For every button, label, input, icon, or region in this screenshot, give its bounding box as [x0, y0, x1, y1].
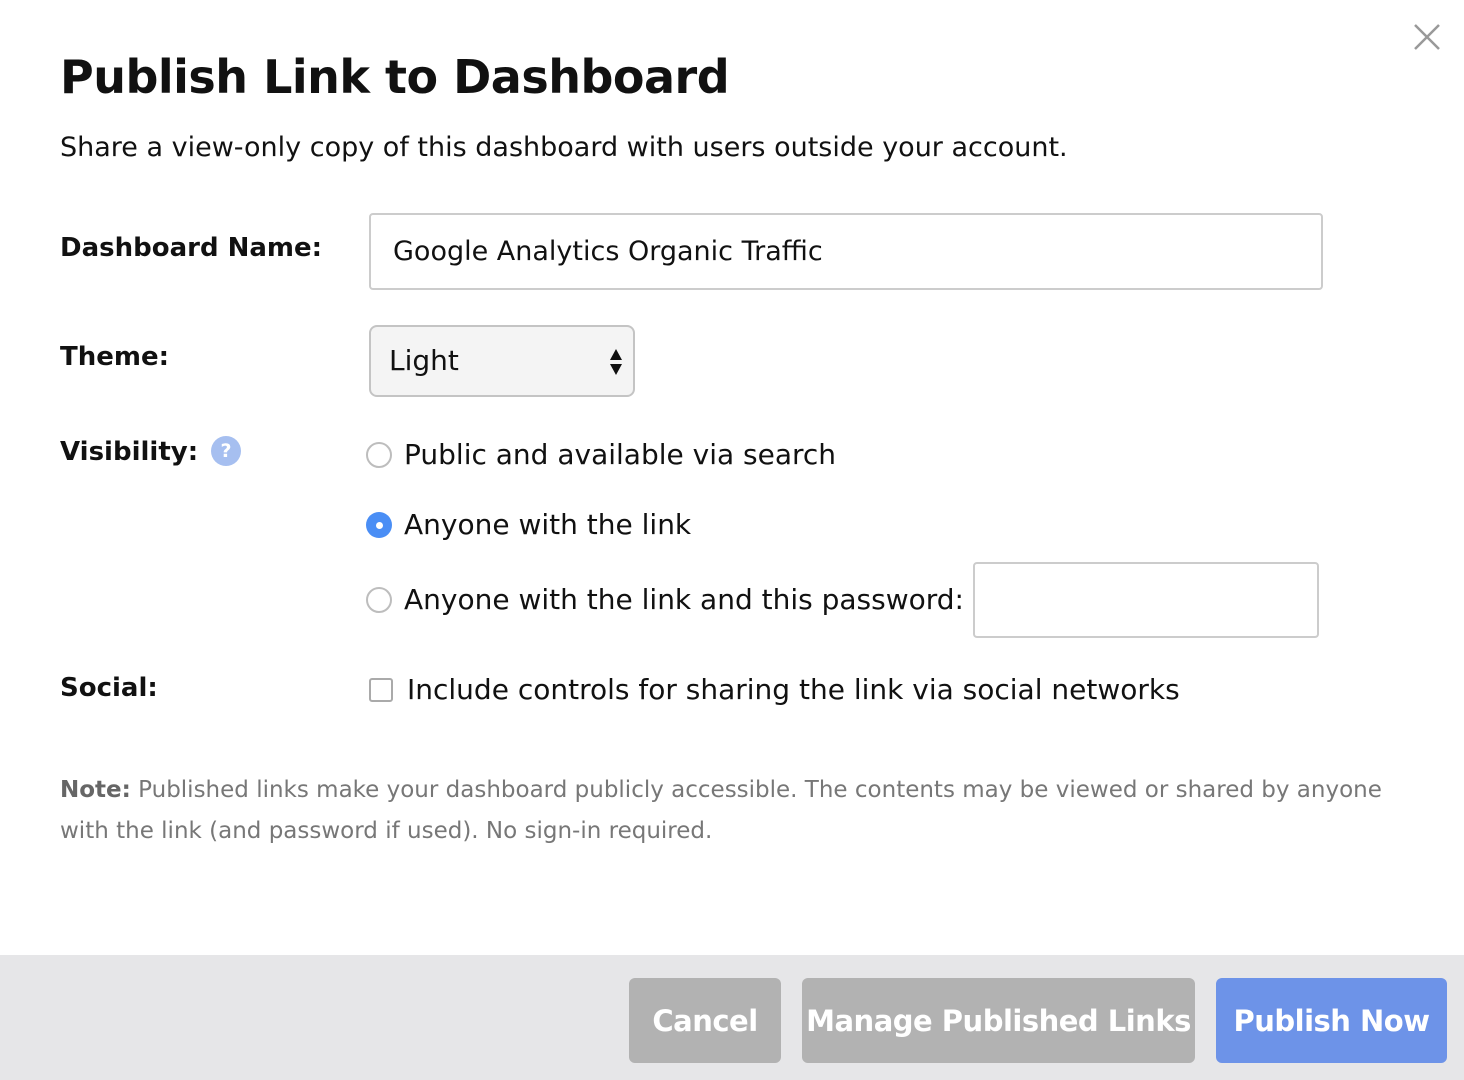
help-icon[interactable]: ?	[211, 436, 241, 466]
theme-label: Theme:	[60, 342, 170, 372]
visibility-label: Visibility:	[60, 437, 199, 467]
radio-button[interactable]	[366, 441, 392, 468]
dialog-title: Publish Link to Dashboard	[60, 50, 730, 104]
social-option[interactable]: Include controls for sharing the link vi…	[369, 673, 1180, 706]
radio-label: Public and available via search	[404, 438, 837, 471]
manage-published-links-button[interactable]: Manage Published Links	[802, 978, 1195, 1063]
radio-label: Anyone with the link and this password:	[404, 583, 964, 616]
visibility-option-link[interactable]: Anyone with the link	[366, 508, 691, 541]
theme-select[interactable]: Light	[369, 325, 635, 397]
social-label: Social:	[60, 673, 158, 703]
close-icon	[1414, 24, 1440, 50]
dashboard-name-label: Dashboard Name:	[60, 233, 323, 263]
dashboard-name-input[interactable]	[369, 213, 1323, 290]
cancel-button[interactable]: Cancel	[629, 978, 781, 1063]
password-input[interactable]	[973, 562, 1319, 638]
radio-label: Anyone with the link	[404, 508, 692, 541]
close-button[interactable]	[1410, 20, 1444, 54]
select-arrows-icon	[610, 349, 622, 375]
note-prefix: Note:	[60, 777, 131, 803]
note-text: Published links make your dashboard publ…	[60, 777, 1382, 844]
publish-now-button[interactable]: Publish Now	[1216, 978, 1447, 1063]
social-checkbox-label: Include controls for sharing the link vi…	[407, 673, 1180, 706]
dialog-subtitle: Share a view-only copy of this dashboard…	[60, 132, 1068, 163]
note: Note: Published links make your dashboar…	[60, 770, 1400, 852]
visibility-option-public[interactable]: Public and available via search	[366, 438, 836, 471]
theme-select-value: Light	[389, 344, 459, 377]
social-checkbox[interactable]	[369, 677, 393, 702]
radio-button-selected[interactable]	[366, 511, 392, 538]
visibility-option-password[interactable]: Anyone with the link and this password:	[366, 583, 964, 616]
radio-button[interactable]	[366, 586, 392, 613]
